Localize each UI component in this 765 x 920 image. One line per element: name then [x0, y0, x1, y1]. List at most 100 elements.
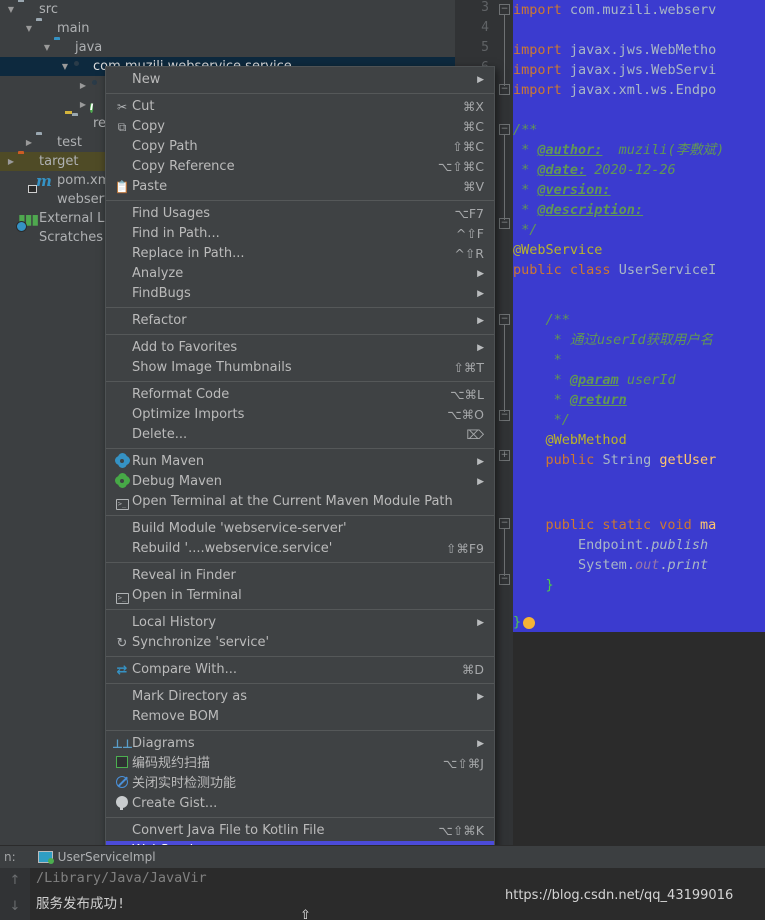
menu-item-local-history[interactable]: Local History ▶	[106, 613, 494, 633]
menu-item-copy-reference[interactable]: Copy Reference ⌥⇧⌘C	[106, 157, 494, 177]
gear-blue-icon	[112, 452, 132, 472]
chevron-right-icon: ▶	[477, 343, 484, 353]
menu-item-mark-directory-as[interactable]: Mark Directory as ▶	[106, 687, 494, 707]
menu-item-find-in-path[interactable]: Find in Path... ^⇧F	[106, 224, 494, 244]
menu-item-shortcut: ⌘C	[462, 119, 484, 134]
tree-item-src[interactable]: ▼ src	[0, 0, 455, 19]
context-menu[interactable]: New ▶ ✂ Cut ⌘X ⧉ Copy ⌘C Copy Path ⇧⌘C Copy Refere…	[105, 66, 495, 862]
menu-item-compare-with[interactable]: ⇄ Compare With... ⌘D	[106, 660, 494, 680]
tree-item-label: test	[57, 135, 82, 150]
scroll-up-icon[interactable]: ↑	[0, 868, 30, 894]
code-line: @WebService	[513, 242, 603, 258]
fold-region-line	[504, 324, 505, 412]
scan-icon	[112, 754, 132, 774]
tree-twisty-icon[interactable]: ▶	[76, 95, 90, 114]
tree-twisty-icon[interactable]: ▼	[22, 19, 36, 38]
menu-item-diagrams[interactable]: ⊥⊥ Diagrams ▶	[106, 734, 494, 754]
menu-item-shortcut: ⌘X	[462, 99, 484, 114]
menu-item-shortcut: ⌥⇧⌘J	[442, 756, 484, 771]
code-line: * @date: 2020-12-26	[513, 162, 676, 178]
menu-item-shortcut: ⌘D	[461, 662, 484, 677]
code-line: * @description:	[513, 202, 644, 218]
menu-item-label: Debug Maven	[132, 474, 222, 489]
menu-item-refactor[interactable]: Refactor ▶	[106, 311, 494, 331]
menu-item-label: Remove BOM	[132, 709, 220, 724]
menu-item-create-gist[interactable]: Create Gist...	[106, 794, 494, 814]
menu-item-new[interactable]: New ▶	[106, 70, 494, 90]
tree-twisty-icon[interactable]: ▼	[40, 38, 54, 57]
code-text[interactable]: import com.muzili.webserv import javax.jw…	[513, 0, 765, 845]
menu-item-shortcut: ⇧⌘F9	[445, 541, 484, 556]
console-line: 服务发布成功!	[36, 896, 126, 912]
tree-twisty-icon[interactable]: ▼	[58, 57, 72, 76]
fold-toggle-icon[interactable]: +	[499, 450, 510, 461]
tree-item-label: target	[39, 154, 79, 169]
menu-item-show-image-thumbnails[interactable]: Show Image Thumbnails ⇧⌘T	[106, 358, 494, 378]
tree-twisty-icon[interactable]: ▶	[76, 76, 90, 95]
folder-icon	[18, 2, 34, 18]
code-line: public class UserServiceI	[513, 262, 717, 278]
run-config-icon	[37, 851, 54, 864]
menu-item-add-to-favorites[interactable]: Add to Favorites ▶	[106, 338, 494, 358]
tree-twisty-icon[interactable]: ▶	[22, 133, 36, 152]
console-gutter[interactable]: ↑ ↓	[0, 868, 30, 920]
intention-bulb-icon[interactable]	[523, 617, 535, 629]
menu-item-paste[interactable]: 📋 Paste ⌘V	[106, 177, 494, 197]
menu-item-copy-path[interactable]: Copy Path ⇧⌘C	[106, 137, 494, 157]
menu-item-label: FindBugs	[132, 286, 191, 301]
menu-item-optimize-imports[interactable]: Optimize Imports ⌥⌘O	[106, 405, 494, 425]
menu-item-open-terminal-at-the-current-maven-module-path[interactable]: >_ Open Terminal at the Current Maven Mod…	[106, 492, 494, 512]
menu-item-label: Optimize Imports	[132, 407, 245, 422]
menu-item-cut[interactable]: ✂ Cut ⌘X	[106, 97, 494, 117]
menu-item-debug-maven[interactable]: Debug Maven ▶	[106, 472, 494, 492]
menu-item-synchronize-service[interactable]: ↻ Synchronize 'service'	[106, 633, 494, 653]
menu-item-find-usages[interactable]: Find Usages ⌥F7	[106, 204, 494, 224]
scroll-down-icon[interactable]: ↓	[0, 894, 30, 920]
menu-item-copy[interactable]: ⧉ Copy ⌘C	[106, 117, 494, 137]
menu-item-label: Diagrams	[132, 736, 195, 751]
menu-item-build-module-webservice-server[interactable]: Build Module 'webservice-server'	[106, 519, 494, 539]
tree-item-java[interactable]: ▼ java	[0, 38, 455, 57]
code-line: import javax.jws.WebMetho	[513, 42, 717, 58]
menu-item-label: Mark Directory as	[132, 689, 247, 704]
menu-item-shortcut: ⌥⌘L	[450, 387, 484, 402]
menu-separator	[106, 730, 494, 731]
menu-item-convert-java-file-to-kotlin-file[interactable]: Convert Java File to Kotlin File ⌥⇧⌘K	[106, 821, 494, 841]
tree-twisty-icon[interactable]: ▼	[4, 0, 18, 19]
code-line: Endpoint.publish	[578, 537, 709, 553]
code-line: */	[513, 222, 538, 238]
menu-item-findbugs[interactable]: FindBugs ▶	[106, 284, 494, 304]
menu-item-rebuild-webservice-service[interactable]: Rebuild '....webservice.service' ⇧⌘F9	[106, 539, 494, 559]
mouse-cursor-icon: ⇧	[300, 908, 311, 920]
code-editor[interactable]: 3456−−−−−−+−− import com.muzili.webservi…	[455, 0, 765, 845]
menu-item-label: Paste	[132, 179, 168, 194]
menu-item-shortcut: ⇧⌘C	[452, 139, 484, 154]
fold-region-line	[504, 14, 505, 86]
package-icon	[72, 59, 88, 75]
menu-item-analyze[interactable]: Analyze ▶	[106, 264, 494, 284]
menu-item-shortcut: ^⇧R	[454, 246, 484, 261]
menu-item-shortcut: ^⇧F	[455, 226, 484, 241]
menu-item-delete[interactable]: Delete... ⌦	[106, 425, 494, 445]
folder-resources-icon	[72, 116, 88, 132]
code-line: }	[545, 577, 554, 593]
menu-item-open-in-terminal[interactable]: >_ Open in Terminal	[106, 586, 494, 606]
code-line: import javax.jws.WebServi	[513, 62, 717, 78]
menu-item-shortcut: ⌥F7	[454, 206, 484, 221]
menu-item-run-maven[interactable]: Run Maven ▶	[106, 452, 494, 472]
chevron-right-icon: ▶	[477, 316, 484, 326]
menu-item-label: Find in Path...	[132, 226, 220, 241]
line-number: 3	[481, 0, 489, 15]
menu-item-remove-bom[interactable]: Remove BOM	[106, 707, 494, 727]
menu-item-reformat-code[interactable]: Reformat Code ⌥⌘L	[106, 385, 494, 405]
chevron-right-icon: ▶	[477, 739, 484, 749]
menu-item-reveal-in-finder[interactable]: Reveal in Finder	[106, 566, 494, 586]
menu-item-关闭实时检测功能[interactable]: 关闭实时检测功能	[106, 774, 494, 794]
github-icon	[112, 794, 132, 814]
code-line: *	[553, 352, 562, 368]
menu-item-replace-in-path[interactable]: Replace in Path... ^⇧R	[106, 244, 494, 264]
menu-item-编码规约扫描[interactable]: 编码规约扫描 ⌥⇧⌘J	[106, 754, 494, 774]
tree-twisty-icon[interactable]: ▶	[4, 152, 18, 171]
run-tab[interactable]: n: UserServiceImpl	[0, 846, 300, 868]
tree-item-main[interactable]: ▼ main	[0, 19, 455, 38]
